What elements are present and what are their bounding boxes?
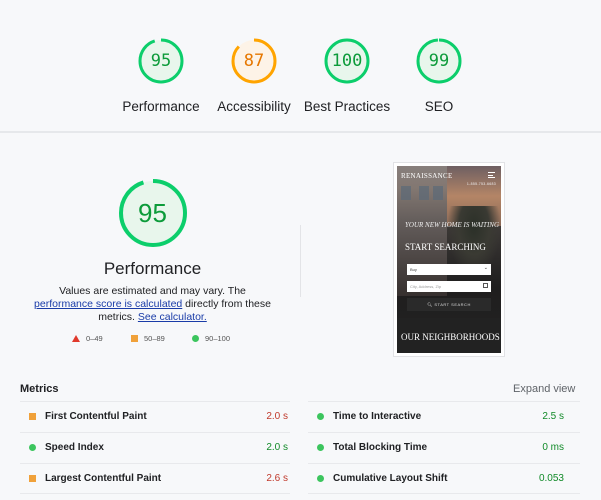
gauge-score: 87 (243, 51, 265, 71)
metric-value: 2.5 s (542, 411, 564, 422)
metric-name: First Contentful Paint (45, 411, 147, 422)
category-gauges: 95 Performance 87 Accessibility 100 Best… (0, 0, 601, 131)
metrics-title: Metrics (20, 383, 59, 395)
legend-range: 0–49 (86, 334, 103, 343)
performance-score: 95 (138, 198, 167, 228)
site-tagline: Your new home is waiting (405, 221, 500, 229)
screenshot-screen: RENAISSANCE 1-855-753-6683 Your new home… (397, 166, 501, 353)
legend-average: 50–89 (131, 334, 165, 343)
circle-icon (192, 335, 199, 342)
metric-row: Time to Interactive 2.5 s (308, 401, 580, 432)
metrics-column-left: First Contentful Paint 2.0 s Speed Index… (20, 401, 290, 494)
metric-name: Total Blocking Time (333, 442, 428, 453)
site-search-placeholder: City, Address, Zip (410, 284, 442, 289)
square-icon (29, 475, 36, 482)
legend-range: 50–89 (144, 334, 165, 343)
final-screenshot[interactable]: RENAISSANCE 1-855-753-6683 Your new home… (393, 162, 505, 357)
site-headline: START SEARCHING (405, 242, 486, 252)
square-icon (131, 335, 138, 342)
metric-value: 2.6 s (266, 473, 288, 484)
gauge-ring: 95 (137, 37, 185, 85)
site-section-heading-text: OUR NEIGHBORHOODS (401, 332, 500, 342)
metric-value: 0 ms (542, 442, 564, 453)
window-image (433, 186, 443, 200)
score-calculated-link[interactable]: performance score is calculated (34, 298, 182, 310)
metric-value: 2.0 s (266, 442, 288, 453)
expand-view-toggle[interactable]: Expand view (513, 383, 575, 395)
site-brand: RENAISSANCE (401, 172, 453, 180)
site-select: Buy (407, 264, 491, 275)
calendar-icon (483, 283, 488, 288)
metric-row: Cumulative Layout Shift 0.053 (308, 463, 580, 494)
performance-main-gauge: 95 (80, 177, 225, 249)
metric-value: 2.0 s (266, 411, 288, 422)
gauge-ring: 95 (117, 177, 189, 249)
metric-name: Time to Interactive (333, 411, 422, 422)
window-image (401, 186, 411, 200)
score-legend: 0–49 50–89 90–100 (72, 334, 252, 346)
vertical-divider (300, 225, 301, 297)
metric-value: 0.053 (538, 473, 564, 484)
gauge-ring: 99 (415, 37, 463, 85)
performance-title: Performance (103, 259, 202, 278)
see-calculator-link[interactable]: See calculator. (138, 311, 207, 323)
gauge-score: 99 (428, 51, 450, 71)
description-text: Values are estimated and may vary. The (59, 285, 246, 297)
metric-name: Largest Contentful Paint (45, 473, 162, 484)
performance-description: Values are estimated and may vary. The p… (30, 285, 275, 324)
metric-row: First Contentful Paint 2.0 s (20, 401, 290, 432)
legend-pass: 90–100 (192, 334, 230, 343)
square-icon (29, 413, 36, 420)
gauge-ring: 100 (323, 37, 371, 85)
site-phone: 1-855-753-6683 (466, 182, 496, 186)
metric-row: Largest Contentful Paint 2.6 s (20, 463, 290, 494)
section-divider (0, 131, 601, 133)
window-image (419, 186, 429, 200)
site-section-heading: OUR NEIGHBORHOODS (401, 332, 500, 342)
hamburger-icon (488, 172, 495, 178)
gauge-seo[interactable]: 99 SEO (379, 37, 499, 114)
triangle-icon (72, 335, 80, 342)
gauge-score: 100 (331, 51, 363, 71)
gauge-ring: 87 (230, 37, 278, 85)
circle-icon (29, 444, 36, 451)
circle-icon (317, 413, 324, 420)
metric-name: Cumulative Layout Shift (333, 473, 448, 484)
site-search-button: 🔍︎ START SEARCH (407, 298, 491, 311)
site-search-button-label: START SEARCH (434, 302, 471, 307)
metric-row: Total Blocking Time 0 ms (308, 432, 580, 463)
legend-fail: 0–49 (72, 334, 103, 343)
gauge-label: SEO (424, 99, 454, 114)
metrics-column-right: Time to Interactive 2.5 s Total Blocking… (308, 401, 580, 494)
legend-range: 90–100 (205, 334, 231, 343)
gauge-score: 95 (150, 51, 172, 71)
circle-icon (317, 444, 324, 451)
metric-row: Speed Index 2.0 s (20, 432, 290, 463)
circle-icon (317, 475, 324, 482)
site-search-field: City, Address, Zip (407, 281, 491, 292)
metric-name: Speed Index (45, 442, 104, 453)
